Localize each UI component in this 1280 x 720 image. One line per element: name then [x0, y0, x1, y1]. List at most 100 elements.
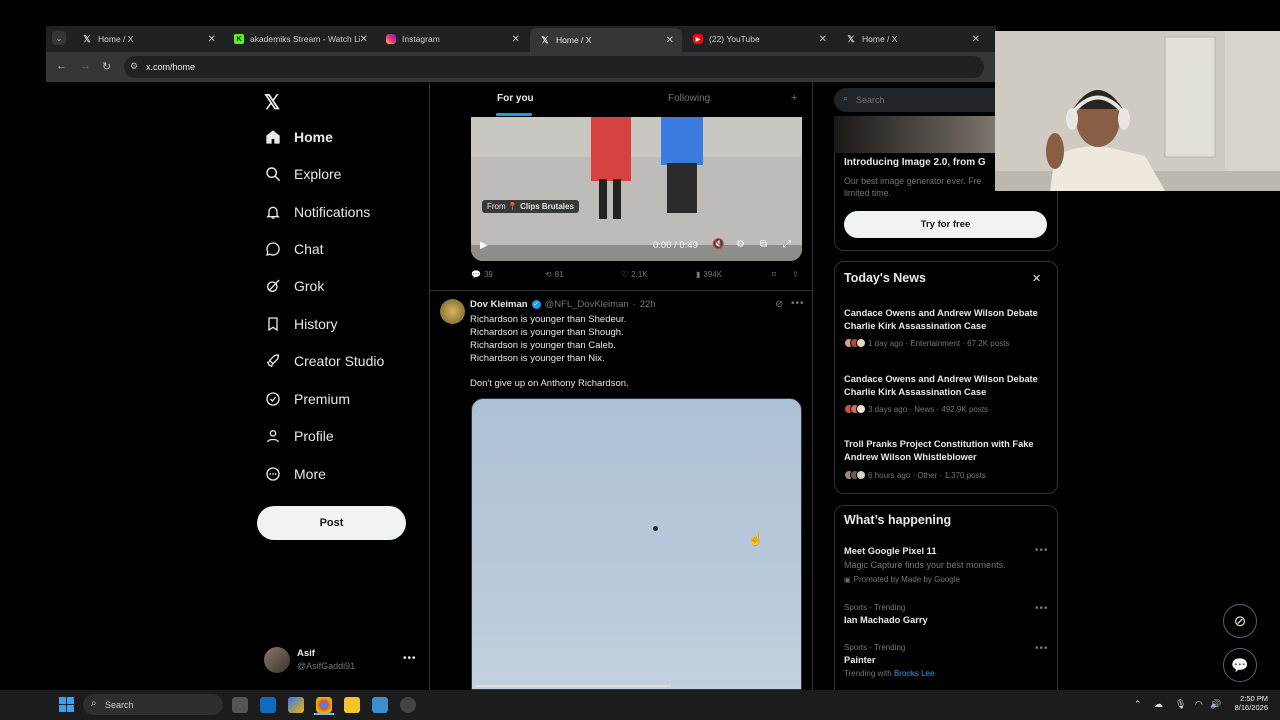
bookmark-icon: [264, 315, 282, 333]
clock-time: 2:50 PM: [1240, 694, 1268, 703]
share-button[interactable]: ⇪: [792, 270, 799, 279]
repost-button[interactable]: ⟲ 81: [545, 270, 564, 279]
microphone-icon[interactable]: 🎙: [1175, 699, 1186, 710]
news-item-title[interactable]: Candace Owens and Andrew Wilson Debate C…: [844, 307, 1054, 332]
more-circle-icon: [264, 465, 282, 483]
like-button[interactable]: ♡ 2.1K: [621, 270, 648, 279]
close-icon[interactable]: ✕: [666, 35, 674, 46]
bookmark-button[interactable]: ⌑: [772, 270, 776, 279]
forward-arrow-icon[interactable]: →: [80, 60, 91, 72]
gear-icon[interactable]: ⚙: [736, 239, 745, 250]
tab-6[interactable]: 𝕏 Home / X ✕: [836, 26, 988, 52]
taskbar-search[interactable]: ⌕ Search: [83, 694, 223, 715]
news-item-meta: 1 day ago · Entertainment · 67.2K posts: [844, 338, 1009, 348]
file-explorer-icon[interactable]: [344, 697, 360, 713]
add-feed-icon[interactable]: +: [791, 92, 797, 104]
back-arrow-icon[interactable]: ←: [56, 60, 67, 72]
outlook-icon[interactable]: [260, 697, 276, 713]
store-icon[interactable]: [372, 697, 388, 713]
close-icon[interactable]: ✕: [512, 34, 520, 45]
trend-title[interactable]: Meet Google Pixel 11: [844, 546, 937, 556]
close-icon[interactable]: ✕: [360, 34, 368, 45]
video-player[interactable]: [471, 117, 802, 261]
picture-in-picture-icon[interactable]: ⧉: [760, 239, 767, 250]
tab-3[interactable]: Instagram ✕: [376, 26, 528, 52]
trend-more-icon[interactable]: •••: [1035, 643, 1049, 654]
clock[interactable]: 2:50 PM 8/16/2026: [1230, 694, 1268, 712]
views-button[interactable]: ▮ 394K: [696, 270, 722, 279]
tweet-age[interactable]: 22h: [640, 299, 656, 310]
sidebar-item-premium[interactable]: Premium: [264, 390, 350, 408]
close-icon[interactable]: ✕: [819, 34, 827, 45]
avatar[interactable]: [264, 647, 290, 673]
tab-for-you[interactable]: For you: [497, 93, 534, 104]
video-source-badge[interactable]: From 📍 Clips Brutales: [482, 200, 579, 213]
tab-1[interactable]: 𝕏 Home / X ✕: [72, 26, 224, 52]
x-logo-icon[interactable]: 𝕏: [264, 90, 280, 115]
volume-icon[interactable]: 🔊: [1210, 699, 1221, 710]
active-tab-indicator: [496, 113, 532, 116]
tab-2[interactable]: K akademiks Stream - Watch Live ✕: [224, 26, 376, 52]
sidebar-item-more[interactable]: More: [264, 465, 326, 483]
trend-title[interactable]: Painter: [844, 655, 876, 665]
copilot-icon[interactable]: [288, 697, 304, 713]
sidebar-item-creator-studio[interactable]: Creator Studio: [264, 352, 384, 370]
sidebar-item-home[interactable]: Home: [264, 128, 333, 146]
sidebar-item-grok[interactable]: Grok: [264, 277, 324, 295]
video-frame-image: [471, 117, 802, 261]
play-icon[interactable]: ▶: [480, 240, 488, 251]
sidebar-item-profile[interactable]: Profile: [264, 427, 334, 445]
clock-date: 8/16/2026: [1234, 703, 1268, 712]
trend-title[interactable]: Ian Machado Garry: [844, 615, 928, 625]
trend-more-icon[interactable]: •••: [1035, 545, 1049, 556]
post-button[interactable]: Post: [257, 506, 406, 540]
chat-float-button[interactable]: 💬: [1223, 648, 1257, 682]
app-icon[interactable]: [400, 697, 416, 713]
chevron-up-icon[interactable]: ⌃: [1134, 699, 1142, 710]
account-more-icon[interactable]: •••: [403, 653, 417, 664]
news-heading: Today's News: [844, 271, 926, 285]
close-icon[interactable]: ✕: [972, 34, 980, 45]
author-handle[interactable]: @NFL_DovKleiman: [545, 299, 629, 310]
windows-start-icon[interactable]: [59, 697, 74, 712]
repost-icon: ⟲: [545, 270, 552, 279]
tab-following[interactable]: Following: [668, 93, 710, 104]
trending-link[interactable]: Brooks Lee: [894, 669, 934, 678]
tweet-line: Richardson is younger than Nix.: [470, 353, 605, 364]
grok-float-button[interactable]: ⊘: [1223, 604, 1257, 638]
reload-icon[interactable]: ↻: [102, 60, 111, 73]
close-icon[interactable]: ✕: [1032, 272, 1041, 285]
tweet-more-icon[interactable]: •••: [791, 298, 805, 309]
search-icon: ⌕: [843, 93, 849, 103]
grok-icon[interactable]: ⊘: [775, 299, 783, 310]
wifi-icon[interactable]: ◠: [1195, 699, 1203, 710]
tab-5[interactable]: ▶ (22) YouTube ✕: [683, 26, 835, 52]
try-for-free-button[interactable]: Try for free: [844, 211, 1047, 238]
sidebar-item-explore[interactable]: Explore: [264, 165, 341, 183]
promoted-label: ▣ Promoted by Made by Google: [844, 575, 960, 584]
sidebar-item-notifications[interactable]: Notifications: [264, 203, 370, 221]
sidebar-item-chat[interactable]: Chat: [264, 240, 324, 258]
site-settings-icon[interactable]: ⚙: [130, 61, 138, 72]
author-name[interactable]: Dov Kleiman: [470, 299, 528, 310]
tray-app-icon[interactable]: ☁: [1154, 699, 1163, 710]
reply-button[interactable]: 💬 39: [471, 270, 493, 279]
kick-icon: K: [234, 34, 244, 44]
chrome-icon[interactable]: [316, 697, 332, 713]
avatar[interactable]: [440, 299, 465, 324]
trend-more-icon[interactable]: •••: [1035, 603, 1049, 614]
news-item-title[interactable]: Troll Pranks Project Constitution with F…: [844, 438, 1054, 463]
close-icon[interactable]: ✕: [208, 34, 216, 45]
tab-4-active[interactable]: 𝕏 Home / X ✕: [530, 28, 682, 52]
sidebar-item-label: Notifications: [294, 204, 371, 220]
sidebar-item-history[interactable]: History: [264, 315, 338, 333]
tab-search-chevron-icon[interactable]: ⌄: [52, 31, 66, 45]
fullscreen-icon[interactable]: ⤢: [783, 239, 791, 250]
grok-icon: [264, 277, 282, 295]
task-view-icon[interactable]: [232, 697, 248, 713]
news-item-title[interactable]: Candace Owens and Andrew Wilson Debate C…: [844, 373, 1054, 398]
mute-icon[interactable]: 🔇: [712, 239, 724, 250]
url-field[interactable]: ⚙ x.com/home: [124, 56, 984, 78]
video-progress[interactable]: [476, 685, 671, 687]
repost-count: 81: [554, 270, 564, 279]
